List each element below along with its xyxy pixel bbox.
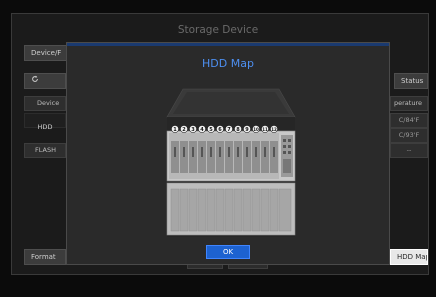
column-temperature: perature bbox=[390, 96, 428, 111]
nvr-chassis-diagram: 1 2 3 4 5 6 7 8 9 10 11 12 bbox=[166, 88, 296, 237]
refresh-icon bbox=[31, 74, 39, 88]
format-button[interactable]: Format bbox=[24, 249, 66, 265]
bay-marker-11: 11 bbox=[261, 125, 269, 133]
bay-marker-6: 6 bbox=[216, 125, 224, 133]
refresh-button[interactable] bbox=[24, 73, 66, 89]
bay-marker-2: 2 bbox=[180, 125, 188, 133]
temperature-cell: C/84'F bbox=[390, 113, 428, 128]
bay-number-label: 7 bbox=[227, 127, 231, 133]
bay-number-label: 1 bbox=[173, 127, 177, 133]
window-title: Storage Device bbox=[177, 24, 259, 36]
bay-marker-8: 8 bbox=[234, 125, 242, 133]
bay-number-label: 12 bbox=[271, 127, 277, 132]
bay-number-label: 9 bbox=[245, 127, 249, 133]
title-bar bbox=[67, 43, 389, 46]
bay-marker-12: 12 bbox=[270, 125, 278, 133]
bay-number-label: 3 bbox=[191, 127, 195, 133]
ok-button[interactable]: OK bbox=[206, 245, 250, 259]
bay-number-label: 8 bbox=[236, 127, 240, 133]
bay-number-label: 6 bbox=[218, 127, 222, 133]
lower-drive-bays bbox=[170, 188, 292, 232]
hdd-map-dialog: HDD Map 1 2 3 4 5 6 7 8 9 10 11 12 OK bbox=[66, 42, 390, 265]
front-panel-buttons bbox=[281, 135, 293, 177]
bay-number-label: 5 bbox=[209, 127, 213, 133]
hdd-map-illustration: 1 2 3 4 5 6 7 8 9 10 11 12 bbox=[163, 87, 299, 239]
bay-marker-7: 7 bbox=[225, 125, 233, 133]
bay-marker-5: 5 bbox=[207, 125, 215, 133]
hdd-map-button[interactable]: HDD Map bbox=[390, 249, 428, 265]
device-cell: HDD bbox=[37, 123, 53, 131]
dialog-title: HDD Map bbox=[202, 57, 254, 70]
status-button[interactable]: Status bbox=[394, 73, 428, 89]
temperature-cell: -- bbox=[390, 143, 428, 158]
bay-marker-9: 9 bbox=[243, 125, 251, 133]
tab-device[interactable]: Device/F bbox=[24, 45, 72, 61]
bay-number-label: 4 bbox=[200, 127, 204, 133]
bay-number-label: 2 bbox=[182, 127, 186, 133]
bay-number-label: 11 bbox=[262, 127, 268, 132]
device-cell: FLASH bbox=[24, 143, 66, 158]
column-device: Device bbox=[24, 96, 66, 111]
bay-marker-3: 3 bbox=[189, 125, 197, 133]
temperature-cell: C/93'F bbox=[390, 128, 428, 143]
bay-number-label: 10 bbox=[253, 127, 259, 132]
bay-marker-10: 10 bbox=[252, 125, 260, 133]
bay-marker-4: 4 bbox=[198, 125, 206, 133]
bay-marker-1: 1 bbox=[171, 125, 179, 133]
